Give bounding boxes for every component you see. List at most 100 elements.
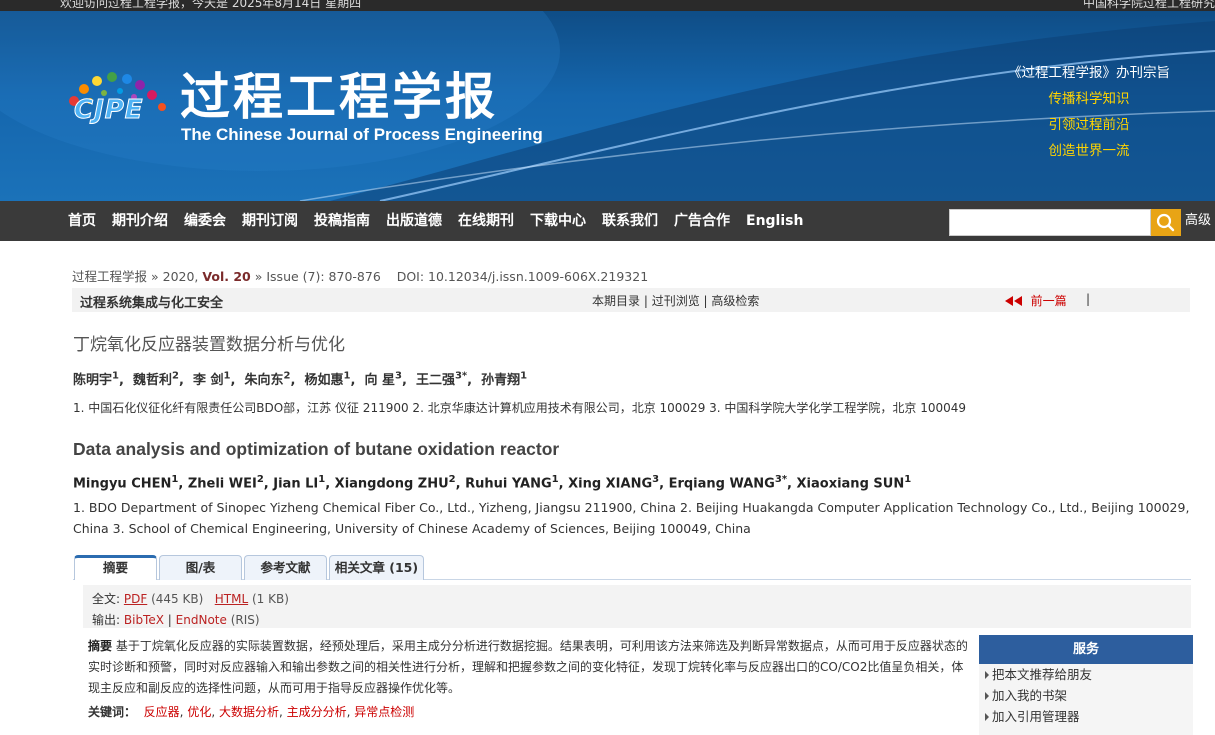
search-input[interactable]: [949, 209, 1151, 236]
service-item[interactable]: 把本文推荐给朋友: [979, 664, 1193, 685]
section-name: 过程系统集成与化工安全: [80, 296, 224, 311]
journal-title-en: The Chinese Journal of Process Engineeri…: [181, 125, 543, 144]
ris-label: (RIS): [230, 613, 260, 627]
nav-contact[interactable]: 联系我们: [602, 201, 658, 241]
author-sup: 1: [520, 370, 528, 382]
top-utility-bar: 欢迎访问过程工程学报，今天是 2025年8月14日 星期四 中国科学院过程工程研…: [0, 0, 1215, 11]
endnote-link[interactable]: EndNote: [176, 613, 227, 627]
advanced-search-link[interactable]: 高级: [1185, 201, 1211, 241]
pdf-link[interactable]: PDF: [124, 592, 147, 606]
nav-subscribe[interactable]: 期刊订阅: [242, 201, 298, 241]
author-name[interactable]: 向 星: [364, 373, 395, 388]
section-bar: 过程系统集成与化工安全 本期目录 | 过刊浏览 | 高级检索 前一篇 |: [72, 288, 1190, 312]
prev-article-link[interactable]: 前一篇: [1005, 292, 1067, 309]
breadcrumb-issue: » Issue (7): 870-876: [254, 269, 381, 284]
issue-links: 本期目录 | 过刊浏览 | 高级检索: [592, 294, 760, 308]
author-name[interactable]: 魏哲利: [133, 373, 172, 388]
welcome-text: 欢迎访问过程工程学报，今天是 2025年8月14日 星期四: [60, 0, 362, 10]
author-sup: 2: [172, 370, 179, 382]
author-name[interactable]: 陈明宇: [73, 373, 112, 388]
export-row: 输出: BibTeX | EndNote (RIS): [92, 611, 260, 628]
abstract-text: 基于丁烷氧化反应器的实际装置数据，经预处理后，采用主成分分析进行数据挖掘。结果表…: [88, 639, 968, 695]
author-name[interactable]: Zheli WEI: [188, 476, 257, 491]
current-issue-link[interactable]: 本期目录: [592, 294, 640, 308]
nav-advertising[interactable]: 广告合作: [674, 201, 730, 241]
fulltext-label: 全文:: [92, 592, 121, 606]
keyword-link[interactable]: 优化: [187, 705, 211, 719]
affiliations-en: 1. BDO Department of Sinopec Yizheng Che…: [73, 500, 1190, 536]
services-heading: 服务: [979, 635, 1193, 664]
author-name[interactable]: Mingyu CHEN: [73, 476, 171, 491]
nav-home[interactable]: 首页: [68, 201, 96, 241]
author-name[interactable]: 杨如惠: [304, 373, 343, 388]
html-link[interactable]: HTML: [215, 592, 248, 606]
header-banner: CJPE 过程工程学报 The Chinese Journal of Proce…: [0, 11, 1215, 201]
caret-right-icon: [985, 713, 989, 721]
double-left-arrow-icon: [1005, 296, 1022, 306]
advanced-search-link[interactable]: 高级检索: [711, 294, 759, 308]
author-name[interactable]: Xiaoxiang SUN: [797, 476, 905, 491]
author-name[interactable]: 朱向东: [244, 373, 283, 388]
authors-cn: 陈明宇1, 魏哲利2, 李 剑1, 朱向东2, 杨如惠1, 向 星3, 王二强3…: [73, 370, 528, 388]
nav-online-journal[interactable]: 在线期刊: [458, 201, 514, 241]
caret-right-icon: [985, 671, 989, 679]
author-sup: 1: [223, 370, 231, 382]
author-name[interactable]: Xing XIANG: [568, 476, 652, 491]
search-icon: [1156, 213, 1175, 232]
motto-line: 引领过程前沿: [1048, 117, 1130, 133]
export-label: 输出:: [92, 613, 121, 627]
keyword-link[interactable]: 主成分分析: [287, 705, 347, 719]
author-sup: 2: [283, 370, 291, 382]
author-name[interactable]: 孙青翔: [481, 373, 520, 388]
service-item-label: 把本文推荐给朋友: [992, 667, 1093, 682]
author-sup: 1: [171, 474, 179, 485]
nav-about[interactable]: 期刊介绍: [112, 201, 168, 241]
bibtex-link[interactable]: BibTeX: [124, 613, 164, 627]
author-name[interactable]: 李 剑: [193, 373, 224, 388]
author-sup: 3: [652, 474, 660, 485]
author-name[interactable]: Erqiang WANG: [669, 476, 775, 491]
author-sup: 1: [551, 474, 559, 485]
service-item-label: 加入我的书架: [992, 688, 1068, 703]
html-size: (1 KB): [251, 592, 289, 606]
nav-downloads[interactable]: 下载中心: [530, 201, 586, 241]
breadcrumb-journal[interactable]: 过程工程学报: [72, 269, 147, 284]
author-sup: 1: [343, 370, 351, 382]
service-item[interactable]: 加入我的书架: [979, 685, 1193, 706]
motto-line: 创造世界一流: [1048, 143, 1130, 159]
author-name[interactable]: Ruhui YANG: [465, 476, 552, 491]
nav-ethics[interactable]: 出版道德: [386, 201, 442, 241]
abstract: 摘要 基于丁烷氧化反应器的实际装置数据，经预处理后，采用主成分分析进行数据挖掘。…: [88, 636, 970, 699]
tab-related[interactable]: 相关文章 (15): [329, 555, 424, 580]
author-name[interactable]: Jian LI: [273, 476, 318, 491]
institute-link[interactable]: 中国科学院过程工程研究: [1083, 0, 1215, 11]
breadcrumb: 过程工程学报 » 2020, Vol. 20 » Issue (7): 870-…: [72, 266, 648, 285]
journal-title-cn: 过程工程学报: [180, 68, 498, 126]
author-name[interactable]: Xiangdong ZHU: [335, 476, 449, 491]
author-sup: 1: [904, 474, 912, 485]
archive-link[interactable]: 过刊浏览: [652, 294, 700, 308]
export-separator: |: [167, 613, 172, 627]
keyword-link[interactable]: 反应器: [144, 705, 180, 719]
author-name[interactable]: 王二强: [416, 373, 455, 388]
service-item[interactable]: 加入引用管理器: [979, 706, 1193, 727]
logo-text: CJPE: [74, 95, 144, 126]
keyword-link[interactable]: 大数据分析: [219, 705, 279, 719]
breadcrumb-volume: Vol. 20: [202, 269, 251, 284]
motto-heading: 《过程工程学报》办刊宗旨: [1008, 65, 1170, 81]
author-sup: 2: [448, 474, 456, 485]
tab-references[interactable]: 参考文献: [244, 555, 327, 580]
breadcrumb-year: » 2020,: [151, 269, 199, 284]
tab-abstract[interactable]: 摘要: [74, 555, 157, 580]
affiliations-cn: 1. 中国石化仪征化纤有限责任公司BDO部，江苏 仪征 211900 2. 北京…: [73, 401, 967, 415]
tab-figures[interactable]: 图/表: [159, 555, 242, 580]
search-button[interactable]: [1151, 209, 1181, 236]
keyword-link[interactable]: 异常点检测: [354, 705, 414, 719]
nav-editorial-board[interactable]: 编委会: [184, 201, 226, 241]
motto-line: 传播科学知识: [1048, 91, 1130, 107]
nav-english[interactable]: English: [746, 201, 803, 241]
article-title-cn: 丁烷氧化反应器装置数据分析与优化: [73, 335, 345, 355]
journal-motto: 《过程工程学报》办刊宗旨 传播科学知识 引领过程前沿 创造世界一流: [989, 60, 1189, 164]
nav-submission-guide[interactable]: 投稿指南: [314, 201, 370, 241]
author-sup: 1: [112, 370, 119, 382]
